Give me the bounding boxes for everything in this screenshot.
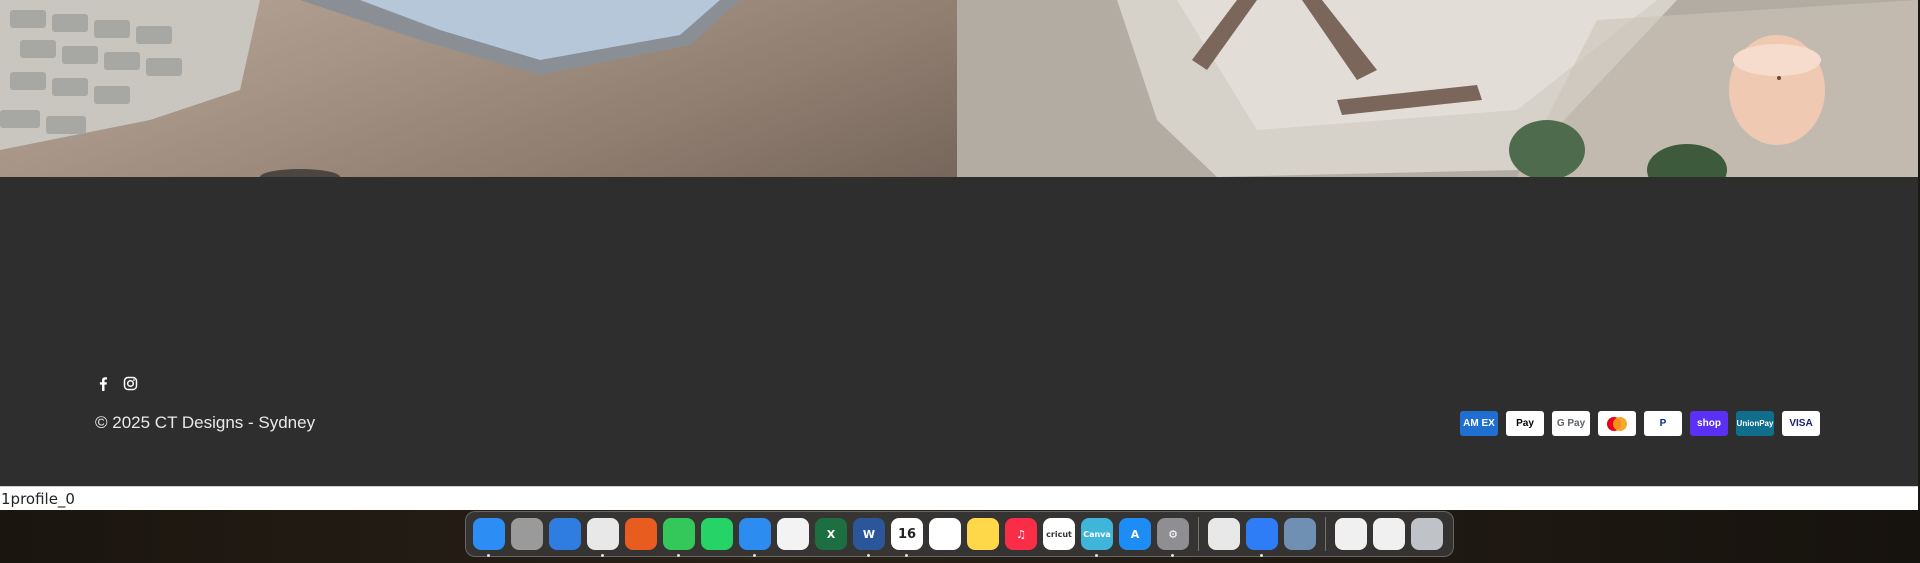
dock-separator: [1325, 517, 1326, 551]
app-store-icon-label: A: [1130, 527, 1140, 541]
apple-pay-label: Pay: [1516, 418, 1534, 429]
apple-pay-badge: Pay: [1506, 411, 1544, 436]
amex-badge: AM EX: [1460, 411, 1498, 436]
dock-separator: [1198, 517, 1199, 551]
running-indicator: [1095, 554, 1098, 557]
whatsapp-icon[interactable]: [701, 518, 733, 550]
social-links: [96, 376, 138, 391]
notes-icon[interactable]: [967, 518, 999, 550]
safari-icon[interactable]: [549, 518, 581, 550]
laptop-keyboard-image: [0, 0, 957, 177]
shop-pay-badge: shop: [1690, 411, 1728, 436]
copyright-text: © 2025 CT Designs - Sydney: [95, 413, 316, 432]
running-indicator: [601, 554, 604, 557]
site-footer: [0, 177, 1918, 486]
recent-doc-2-icon[interactable]: [1373, 518, 1405, 550]
running-indicator: [1260, 554, 1263, 557]
system-settings-icon[interactable]: ⚙: [1157, 518, 1189, 557]
amex-label: AM EX: [1463, 418, 1495, 429]
chrome-icon[interactable]: [587, 518, 619, 557]
running-indicator: [487, 554, 490, 557]
visa-label: VISA: [1789, 418, 1813, 429]
laptop-keyboard-illustration: [0, 0, 740, 177]
firefox-icon[interactable]: [625, 518, 657, 550]
macos-dock: X W 16 ♫ cricut Canva A ⚙: [465, 511, 1454, 557]
google-pay-label: G Pay: [1556, 418, 1586, 429]
recent-doc-1-icon[interactable]: [1335, 518, 1367, 550]
app-store-icon[interactable]: A: [1119, 518, 1151, 550]
visa-badge: VISA: [1782, 411, 1820, 436]
canva-icon[interactable]: Canva: [1081, 518, 1113, 557]
reminders-icon[interactable]: [929, 518, 961, 550]
system-settings-icon-label: ⚙: [1168, 527, 1178, 541]
shop-pay-label: shop: [1697, 418, 1721, 429]
mail-icon[interactable]: [739, 518, 771, 557]
unionpay-badge: UnionPay: [1736, 411, 1774, 436]
calendar-icon-label: 16: [897, 526, 917, 542]
running-indicator: [677, 554, 680, 557]
hero-image-strip: [0, 0, 1918, 177]
photos-icon[interactable]: [777, 518, 809, 550]
google-pay-badge: G Pay: [1552, 411, 1590, 436]
facebook-icon[interactable]: [96, 376, 111, 391]
running-indicator: [905, 554, 908, 557]
instagram-icon[interactable]: [123, 376, 138, 391]
paypal-label: P: [1659, 418, 1667, 429]
payment-methods: AM EX Pay G Pay Pshop UnionPay VISA: [1460, 411, 1820, 436]
running-indicator: [867, 554, 870, 557]
messages-icon[interactable]: [663, 518, 695, 557]
gift-box-candle-image: [957, 0, 1918, 177]
running-indicator: [753, 554, 756, 557]
cricut-icon[interactable]: cricut: [1043, 518, 1075, 550]
gift-box-illustration: [957, 0, 1918, 177]
launchpad-icon[interactable]: [511, 518, 543, 550]
mastercard-icon: [1607, 416, 1627, 431]
canva-icon-label: Canva: [1083, 529, 1111, 539]
music-icon[interactable]: ♫: [1005, 518, 1037, 550]
finder-icon[interactable]: [473, 518, 505, 557]
music-icon-label: ♫: [1016, 527, 1026, 541]
word-icon[interactable]: W: [853, 518, 885, 557]
status-text: 1profile_0: [1, 490, 75, 508]
keynote-icon[interactable]: [1246, 518, 1278, 557]
excel-icon[interactable]: X: [815, 518, 847, 550]
paypal-badge: P: [1644, 411, 1682, 436]
mastercard-badge: [1598, 411, 1636, 436]
running-indicator: [1171, 554, 1174, 557]
excel-icon-label: X: [826, 527, 836, 541]
word-icon-label: W: [862, 527, 876, 541]
calendar-icon[interactable]: 16: [891, 518, 923, 557]
cricut-icon-label: cricut: [1046, 529, 1072, 539]
acrobat-icon[interactable]: [1208, 518, 1240, 550]
browser-status-bar: 1profile_0: [0, 486, 1918, 510]
unionpay-label: UnionPay: [1736, 419, 1774, 428]
preview-icon[interactable]: [1284, 518, 1316, 550]
trash-icon[interactable]: [1411, 518, 1443, 550]
